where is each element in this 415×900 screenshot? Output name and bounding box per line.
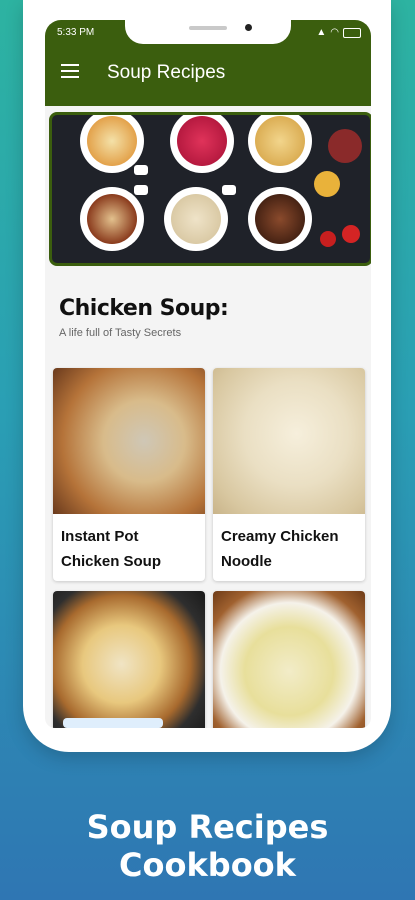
app-bar: Soup Recipes	[45, 44, 371, 106]
bottom-bar	[63, 718, 163, 728]
front-camera	[245, 24, 252, 31]
soup-bowl-image	[80, 115, 144, 173]
status-time: 5:33 PM	[57, 27, 95, 38]
soup-bowl-image	[248, 115, 312, 173]
phone-frame: 5:33 PM ▲ ◠ Soup Recipes Chicken Soup: A…	[23, 0, 391, 752]
hamburger-menu-icon[interactable]	[61, 64, 79, 78]
recipe-card[interactable]	[213, 591, 365, 728]
signal-icon: ▲	[316, 27, 327, 38]
recipe-image	[213, 368, 365, 514]
section-subtitle: A life full of Tasty Secrets	[59, 327, 182, 339]
hero-banner-image	[49, 112, 371, 266]
tomato-image	[342, 225, 360, 243]
recipe-image	[53, 368, 205, 514]
tomato-image	[320, 231, 336, 247]
status-icons: ▲ ◠	[316, 27, 361, 38]
recipe-card[interactable]: Creamy Chicken Noodle	[213, 368, 365, 581]
soup-bowl-image	[248, 187, 312, 251]
speaker-grille	[189, 26, 227, 30]
spice-bowl-image	[328, 129, 362, 163]
bowl-handle	[134, 185, 148, 195]
status-bar: 5:33 PM ▲ ◠	[45, 20, 371, 44]
recipe-title: Instant Pot Chicken Soup	[61, 528, 162, 570]
battery-icon	[343, 27, 361, 38]
recipe-title: Creamy Chicken Noodle	[221, 528, 339, 570]
footer-title: Soup Recipes Cookbook	[86, 808, 329, 884]
phone-screen: 5:33 PM ▲ ◠ Soup Recipes Chicken Soup: A…	[45, 20, 371, 728]
bowl-handle	[134, 165, 148, 175]
bowl-handle	[222, 185, 236, 195]
recipe-image	[213, 591, 365, 728]
soup-bowl-image	[80, 187, 144, 251]
soup-bowl-image	[170, 115, 234, 173]
soup-bowl-image	[164, 187, 228, 251]
app-title: Soup Recipes	[107, 62, 226, 83]
wifi-icon: ◠	[330, 27, 339, 38]
phone-notch	[125, 20, 291, 44]
section-title: Chicken Soup:	[59, 296, 229, 321]
recipe-image	[53, 591, 205, 728]
section-heading: Chicken Soup: A life full of Tasty Secre…	[59, 296, 229, 339]
lemon-slice-image	[314, 171, 340, 197]
recipe-card[interactable]	[53, 591, 205, 728]
recipe-card[interactable]: Instant Pot Chicken Soup	[53, 368, 205, 581]
